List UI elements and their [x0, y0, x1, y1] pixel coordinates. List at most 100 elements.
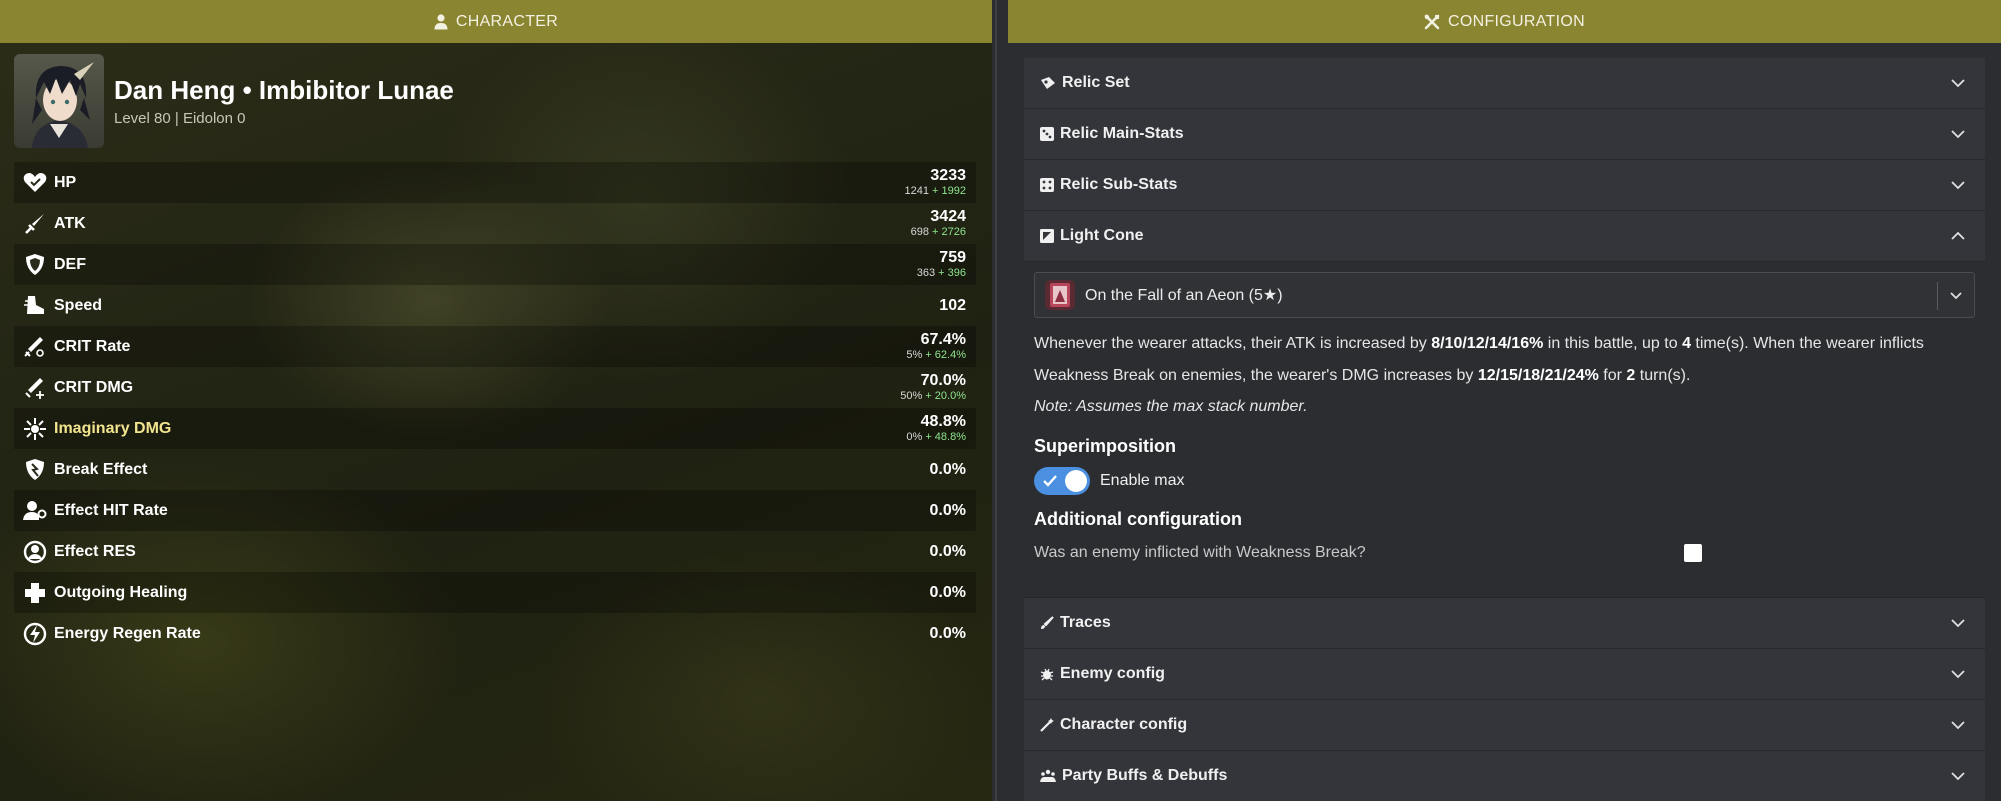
- accordion-character-config[interactable]: Character config: [1024, 700, 1985, 751]
- user-icon: [434, 13, 448, 29]
- stat-row: Break Effect 0.0%: [14, 449, 976, 490]
- stat-base: 698: [910, 226, 929, 238]
- imaginary-icon: [22, 416, 48, 442]
- stat-bonus: + 62.4%: [925, 349, 966, 361]
- turn-count-value: 2: [1626, 367, 1636, 384]
- chevron-up-icon: [1951, 231, 1965, 240]
- dropdown-chevron-icon[interactable]: [1948, 287, 1964, 303]
- panel-divider[interactable]: [992, 0, 1008, 801]
- stat-row: Imaginary DMG 48.8% 0% + 48.8%: [14, 408, 976, 449]
- stat-value: 0.0%: [929, 542, 966, 560]
- superimposition-toggle[interactable]: [1034, 467, 1090, 495]
- select-separator: [1937, 282, 1938, 310]
- stat-row: CRIT DMG 70.0% 50% + 20.0%: [14, 367, 976, 408]
- effect-hit-icon: [22, 498, 48, 524]
- dmg-bonus-value: 12/15/18/21/24%: [1477, 367, 1599, 384]
- light-cone-icon: [1040, 229, 1054, 243]
- sword-icon: [22, 211, 48, 237]
- stat-row: Effect RES 0.0%: [14, 531, 976, 572]
- accordion-light-cone[interactable]: Light Cone: [1024, 211, 1985, 262]
- configuration-panel-title: CONFIGURATION: [1448, 12, 1585, 30]
- stat-value: 3233: [930, 167, 966, 184]
- light-cone-select[interactable]: On the Fall of an Aeon (5★): [1034, 272, 1975, 318]
- accordion-party-label: Party Buffs & Debuffs: [1062, 767, 1228, 784]
- stat-value: 0.0%: [929, 583, 966, 601]
- atk-bonus-value: 8/10/12/14/16%: [1431, 335, 1544, 352]
- stat-value: 759: [939, 249, 966, 266]
- stat-bonus: + 1992: [932, 185, 966, 197]
- chevron-down-icon: [1951, 772, 1965, 781]
- stat-bonus: + 396: [938, 267, 966, 279]
- stat-row: CRIT Rate 67.4% 5% + 62.4%: [14, 326, 976, 367]
- bug-icon: [1040, 668, 1054, 681]
- stat-value: 3424: [930, 208, 966, 225]
- stat-label: CRIT DMG: [54, 378, 134, 396]
- party-icon: [1040, 769, 1056, 782]
- app-root: CHARACTER Dan Heng • Imbibitor Lunae Lev…: [0, 0, 2001, 801]
- stat-base: 363: [916, 267, 936, 279]
- stat-breakdown: 698 + 2726: [911, 227, 966, 238]
- brush-icon: [1041, 616, 1054, 629]
- toggle-knob: [1065, 470, 1087, 492]
- accordion-relic-sub-label: Relic Sub-Stats: [1060, 176, 1178, 193]
- magic-wand-icon: [1040, 718, 1054, 732]
- stat-row: DEF 759 363 + 396: [14, 244, 976, 285]
- stat-value: 48.8%: [920, 413, 966, 430]
- stat-list: HP 3233 1241 + 1992 ATK 3424 698 + 2726 DEF 759…: [14, 162, 976, 654]
- stat-row: ATK 3424 698 + 2726: [14, 203, 976, 244]
- accordion-relic-main-stats[interactable]: Relic Main-Stats: [1024, 109, 1985, 160]
- stack-count-value: 4: [1682, 335, 1691, 352]
- config-accordion: Relic Set Relic Main-Stats Relic Sub-Sta…: [1024, 58, 1985, 801]
- stat-base: 1241: [904, 185, 929, 197]
- stat-label: ATK: [54, 214, 86, 232]
- healing-cross-icon: [22, 580, 48, 606]
- stat-row: Speed 102: [14, 285, 976, 326]
- accordion-enemy-label: Enemy config: [1060, 665, 1165, 682]
- character-panel-header: CHARACTER: [0, 0, 992, 43]
- character-avatar[interactable]: [14, 54, 104, 148]
- character-level-eidolon: Level 80 | Eidolon 0: [114, 110, 246, 127]
- chevron-down-icon: [1951, 619, 1965, 628]
- chevron-down-icon: [1951, 130, 1965, 139]
- weakness-break-checkbox[interactable]: [1684, 544, 1702, 562]
- heart-icon: [22, 170, 48, 196]
- stat-breakdown: 5% + 62.4%: [906, 350, 966, 361]
- accordion-relic-set[interactable]: Relic Set: [1024, 58, 1985, 109]
- stat-label: Break Effect: [54, 460, 148, 478]
- stat-label: Effect RES: [54, 542, 136, 560]
- stat-bonus: + 2726: [932, 226, 966, 238]
- stat-value: 0.0%: [929, 624, 966, 642]
- accordion-traces-label: Traces: [1060, 614, 1111, 631]
- accordion-traces[interactable]: Traces: [1024, 598, 1985, 649]
- configuration-panel-header: CONFIGURATION: [1008, 0, 2001, 43]
- character-panel: CHARACTER Dan Heng • Imbibitor Lunae Lev…: [0, 0, 992, 801]
- chevron-down-icon: [1951, 181, 1965, 190]
- stat-value: 0.0%: [929, 460, 966, 478]
- accordion-party-buffs[interactable]: Party Buffs & Debuffs: [1024, 751, 1985, 801]
- stat-label: DEF: [54, 255, 86, 273]
- stat-row: Outgoing Healing 0.0%: [14, 572, 976, 613]
- stat-label: CRIT Rate: [54, 337, 131, 355]
- boot-icon: [22, 293, 48, 319]
- toggle-label: Enable max: [1100, 472, 1185, 489]
- character-panel-title: CHARACTER: [455, 12, 559, 30]
- accordion-enemy-config[interactable]: Enemy config: [1024, 649, 1985, 700]
- stat-label: Imaginary DMG: [54, 419, 172, 437]
- light-cone-description: Whenever the wearer attacks, their ATK i…: [1034, 335, 1924, 384]
- stat-label: Energy Regen Rate: [54, 624, 201, 642]
- weakness-break-label: Was an enemy inflicted with Weakness Bre…: [1034, 544, 1366, 561]
- stat-row: Effect HIT Rate 0.0%: [14, 490, 976, 531]
- accordion-relic-set-label: Relic Set: [1062, 74, 1130, 91]
- stat-breakdown: 50% + 20.0%: [900, 391, 966, 402]
- configuration-panel: CONFIGURATION Relic Set Relic Main-Stats: [1008, 0, 2001, 801]
- accordion-light-cone-label: Light Cone: [1060, 227, 1144, 244]
- break-icon: [22, 457, 48, 483]
- chevron-down-icon: [1951, 79, 1965, 88]
- stat-row: Energy Regen Rate 0.0%: [14, 613, 976, 654]
- stat-value: 102: [939, 296, 966, 314]
- character-name: Dan Heng • Imbibitor Lunae: [114, 75, 454, 105]
- stat-label: Effect HIT Rate: [54, 501, 168, 519]
- stat-value: 70.0%: [920, 372, 966, 389]
- stat-value: 0.0%: [929, 501, 966, 519]
- accordion-relic-sub-stats[interactable]: Relic Sub-Stats: [1024, 160, 1985, 211]
